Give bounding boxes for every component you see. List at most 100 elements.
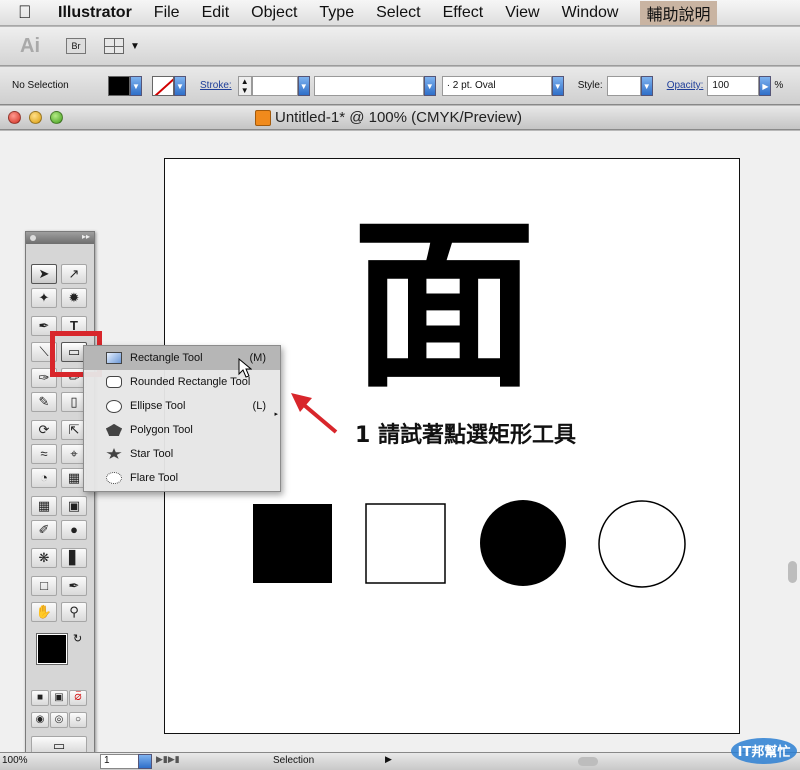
- flyout-item-flare[interactable]: Flare Tool: [84, 466, 280, 490]
- control-bar: No Selection ▼ ▼ Stroke: ▲ ▼ ▼ ▼ · 2 pt. …: [0, 67, 800, 105]
- menu-edit[interactable]: Edit: [202, 4, 230, 22]
- magic-wand-tool[interactable]: ✦: [31, 288, 57, 308]
- width-tool[interactable]: ≈: [31, 444, 57, 464]
- flyout-item-label: Rounded Rectangle Tool: [130, 376, 251, 388]
- fill-swatch[interactable]: [108, 75, 130, 96]
- fill-color-box[interactable]: [36, 633, 68, 665]
- arrange-documents-button[interactable]: ▼: [104, 38, 140, 54]
- page-navigation[interactable]: ▶▮▶▮: [156, 754, 180, 765]
- color-mode-button[interactable]: ■: [31, 690, 49, 706]
- svg-text:IT邦幫忙: IT邦幫忙: [738, 744, 791, 760]
- vertical-scroll-thumb[interactable]: [788, 561, 797, 583]
- blob-brush-tool[interactable]: ✎: [31, 392, 57, 412]
- caret-down-icon: ▼: [130, 40, 140, 52]
- tools-panel: ▸▸ ➤ ↗ ✦ ✹ ✒ T ⟍ ▭ ✑ ✏ ✎ ▯ ⟳ ⇱ ≈ ⌖ ◔ ▦ ▦…: [25, 231, 95, 760]
- selection-status: No Selection: [12, 80, 69, 91]
- filled-square[interactable]: [253, 504, 332, 583]
- menu-view[interactable]: View: [505, 4, 539, 22]
- document-icon: [255, 109, 271, 126]
- symbol-sprayer-tool[interactable]: ❋: [31, 548, 57, 568]
- document-title-bar: Untitled-1* @ 100% (CMYK/Preview): [0, 106, 800, 130]
- eyedropper-tool[interactable]: ✐: [31, 520, 57, 540]
- flyout-item-star[interactable]: Star Tool: [84, 442, 280, 466]
- polygon-icon: [106, 424, 122, 436]
- status-bar: 100% 1 ▶▮▶▮ Selection ▶: [0, 752, 800, 770]
- blend-tool[interactable]: ●: [61, 520, 87, 540]
- big-character[interactable]: 面: [352, 199, 536, 413]
- document-title: Untitled-1* @ 100% (CMYK/Preview): [275, 109, 522, 126]
- close-window-button[interactable]: [8, 111, 21, 124]
- bridge-button[interactable]: Br: [66, 38, 86, 54]
- page-field[interactable]: 1: [100, 754, 140, 769]
- variable-width-field[interactable]: [313, 75, 424, 96]
- opacity-link[interactable]: Opacity:: [667, 80, 704, 91]
- mesh-tool[interactable]: ▦: [31, 496, 57, 516]
- opacity-field[interactable]: 100: [707, 75, 760, 96]
- flare-icon: [106, 472, 122, 484]
- stroke-weight-dropdown[interactable]: ▼: [297, 75, 310, 96]
- hand-tool[interactable]: ✋: [31, 602, 57, 622]
- horizontal-scroll-thumb[interactable]: [578, 757, 598, 766]
- outlined-square[interactable]: [365, 503, 446, 584]
- column-graph-tool[interactable]: ▋: [61, 548, 87, 568]
- filled-circle[interactable]: [480, 500, 566, 586]
- fill-dropdown[interactable]: ▼: [130, 75, 142, 96]
- instruction-text: 1 請試著點選矩形工具: [355, 423, 576, 448]
- itbang-watermark-logo: IT邦幫忙: [731, 738, 797, 764]
- stroke-weight-stepper[interactable]: ▲ ▼: [237, 75, 252, 96]
- direct-selection-tool[interactable]: ↗: [61, 264, 87, 284]
- flyout-item-ellipse[interactable]: Ellipse Tool (L): [84, 394, 280, 418]
- menu-illustrator[interactable]: Illustrator: [58, 4, 132, 22]
- tools-panel-header[interactable]: ▸▸: [26, 232, 94, 244]
- menu-window[interactable]: Window: [562, 4, 619, 22]
- menu-file[interactable]: File: [154, 4, 180, 22]
- slice-tool[interactable]: ✒: [61, 576, 87, 596]
- style-swatch[interactable]: [606, 75, 641, 96]
- menu-effect[interactable]: Effect: [443, 4, 484, 22]
- none-mode-button[interactable]: ⦱: [69, 690, 87, 706]
- menu-select[interactable]: Select: [376, 4, 420, 22]
- menu-type[interactable]: Type: [319, 4, 354, 22]
- draw-behind-button[interactable]: ◎: [50, 712, 68, 728]
- zoom-tool[interactable]: ⚲: [61, 602, 87, 622]
- draw-inside-button[interactable]: ○: [69, 712, 87, 728]
- stroke-weight-field[interactable]: [251, 75, 298, 96]
- minimize-window-button[interactable]: [29, 111, 42, 124]
- style-label: Style:: [577, 80, 603, 91]
- opacity-dropdown[interactable]: ▶: [759, 75, 772, 96]
- flyout-item-polygon[interactable]: Polygon Tool: [84, 418, 280, 442]
- lasso-tool[interactable]: ✹: [61, 288, 87, 308]
- status-menu-arrow-icon[interactable]: ▶: [385, 754, 392, 765]
- collapse-icon[interactable]: ▸▸: [82, 232, 90, 241]
- menu-bar:  Illustrator File Edit Object Type Sele…: [0, 0, 800, 26]
- brush-dropdown[interactable]: ▼: [551, 75, 564, 96]
- flyout-item-label: Polygon Tool: [130, 424, 193, 436]
- gradient-tool[interactable]: ▣: [61, 496, 87, 516]
- outlined-circle[interactable]: [598, 500, 686, 588]
- apple-icon[interactable]: : [18, 2, 48, 23]
- page-dropdown[interactable]: [138, 754, 152, 769]
- draw-normal-button[interactable]: ◉: [31, 712, 49, 728]
- arrange-grid-icon: [104, 38, 124, 54]
- style-dropdown[interactable]: ▼: [640, 75, 653, 96]
- panel-close-icon[interactable]: [30, 235, 36, 241]
- brush-definition-field[interactable]: · 2 pt. Oval: [441, 75, 552, 96]
- application-bar: Ai Br ▼: [0, 27, 800, 66]
- swap-fill-stroke-icon[interactable]: ↻: [73, 632, 82, 645]
- shape-builder-tool[interactable]: ◔: [31, 468, 57, 488]
- artboard-tool[interactable]: □: [31, 576, 57, 596]
- stroke-dropdown[interactable]: ▼: [174, 75, 186, 96]
- tearoff-arrow-icon[interactable]: ▸: [274, 410, 278, 418]
- stroke-swatch[interactable]: [152, 75, 174, 96]
- menu-object[interactable]: Object: [251, 4, 297, 22]
- zoom-level[interactable]: 100%: [2, 755, 28, 766]
- zoom-window-button[interactable]: [50, 111, 63, 124]
- selection-tool[interactable]: ➤: [31, 264, 57, 284]
- status-text[interactable]: Selection: [273, 755, 314, 766]
- stroke-link[interactable]: Stroke:: [200, 80, 232, 91]
- rotate-tool[interactable]: ⟳: [31, 420, 57, 440]
- gradient-mode-button[interactable]: ▣: [50, 690, 68, 706]
- menu-help[interactable]: 輔助說明: [640, 0, 717, 25]
- flyout-item-label: Star Tool: [130, 448, 174, 460]
- variable-width-dropdown[interactable]: ▼: [423, 75, 436, 96]
